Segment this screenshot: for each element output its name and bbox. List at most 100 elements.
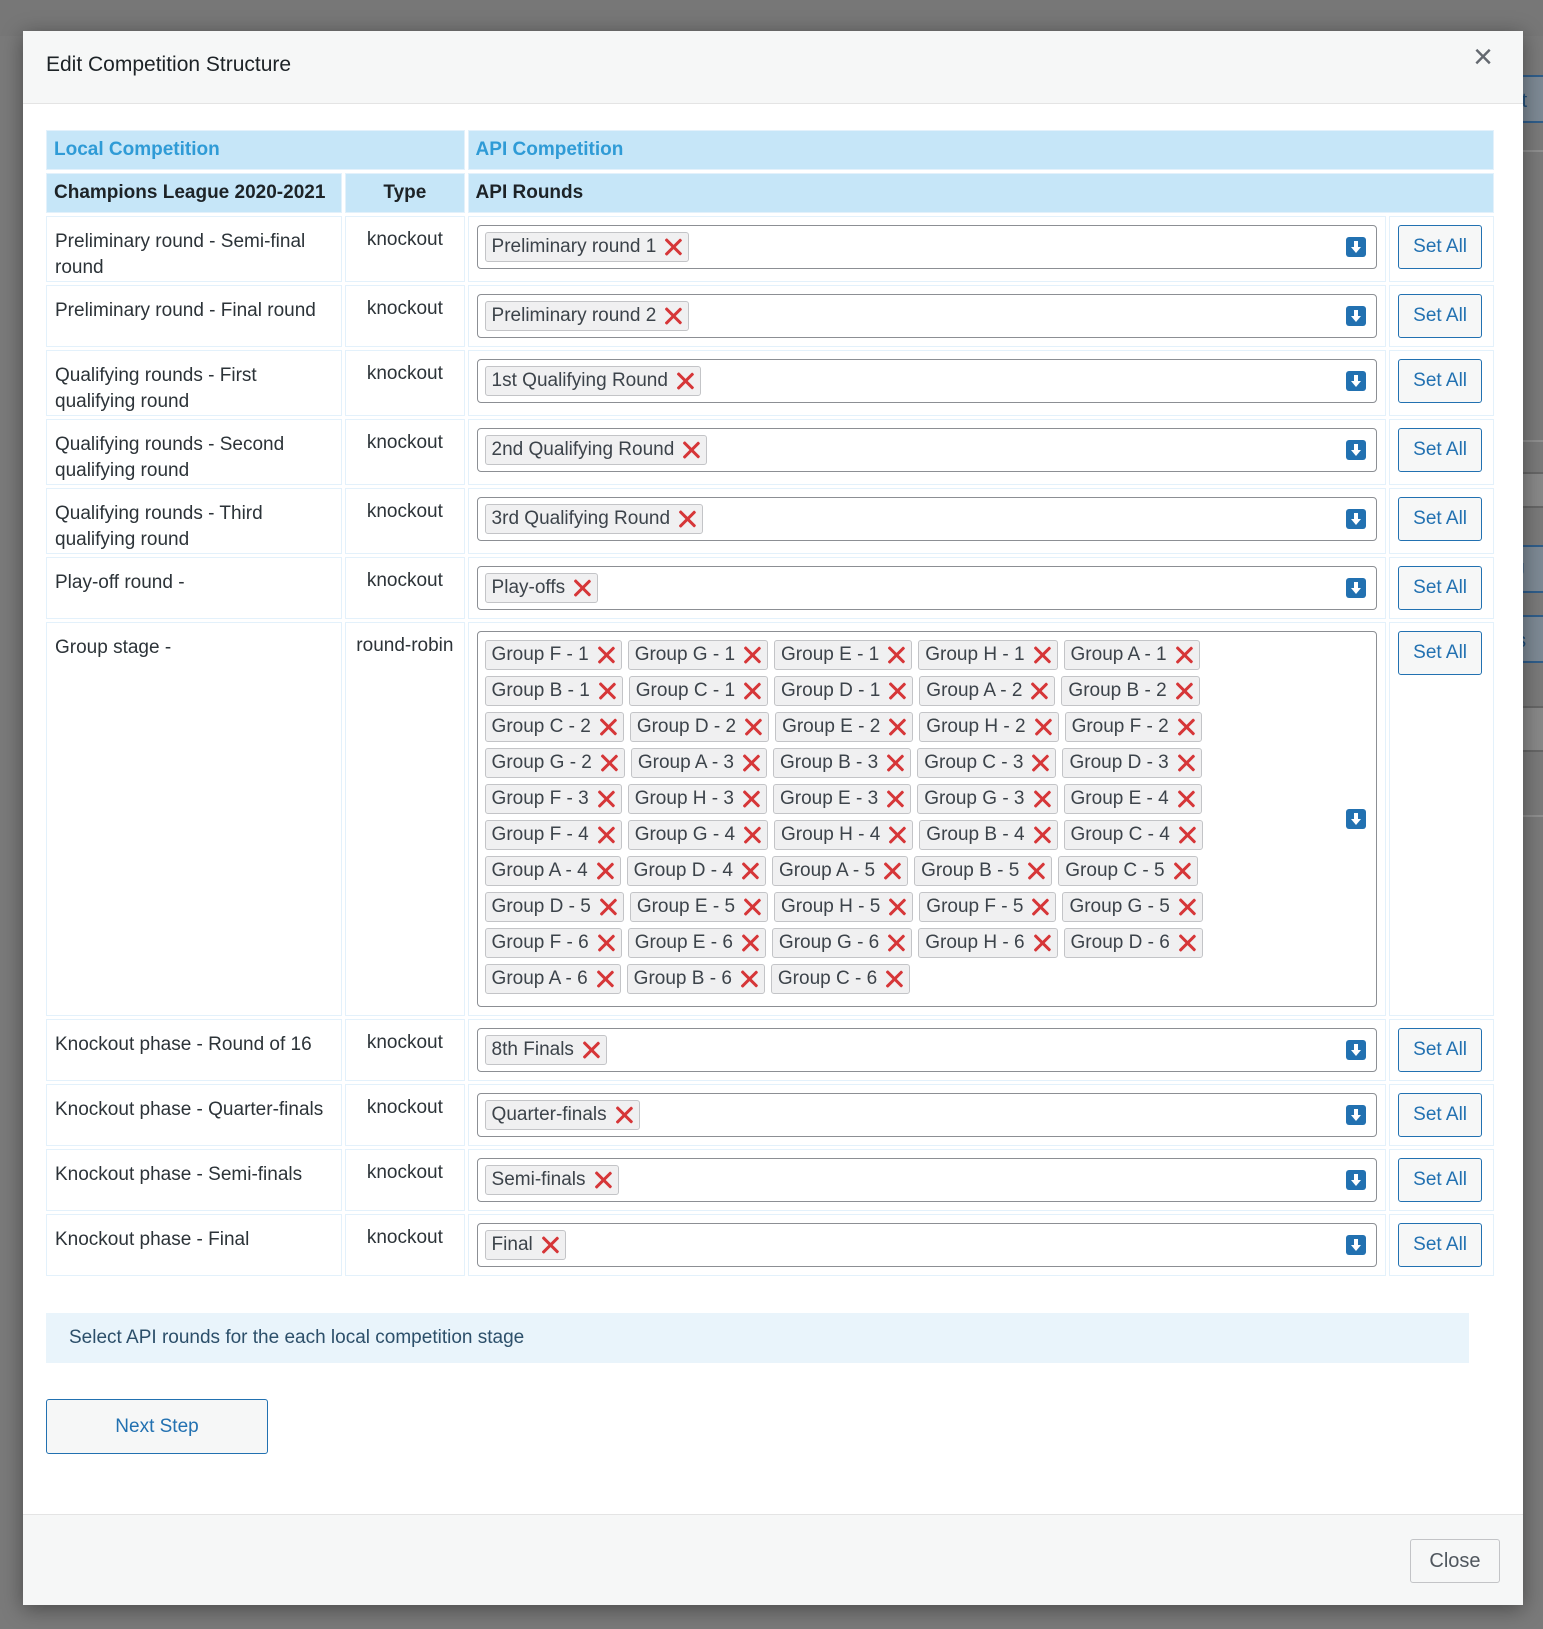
dropdown-arrow-icon[interactable] — [1346, 578, 1367, 598]
remove-icon[interactable] — [740, 752, 762, 774]
remove-icon[interactable] — [885, 644, 907, 666]
api-rounds-select[interactable]: 8th Finals — [476, 1028, 1378, 1072]
remove-icon[interactable] — [885, 932, 907, 954]
remove-icon[interactable] — [1031, 644, 1053, 666]
dropdown-arrow-icon[interactable] — [1346, 440, 1367, 460]
dropdown-arrow-icon[interactable] — [1346, 1235, 1367, 1255]
remove-icon[interactable] — [741, 680, 763, 702]
remove-icon[interactable] — [597, 716, 619, 738]
modal-header: Edit Competition Structure × — [23, 31, 1523, 104]
api-rounds-select[interactable]: Final — [476, 1223, 1378, 1267]
api-rounds-select[interactable]: Semi-finals — [476, 1158, 1378, 1202]
api-rounds-select[interactable]: Preliminary round 1 — [476, 225, 1378, 269]
api-rounds-select[interactable]: Group F - 1 Group G - 1 Group E - 1 Group H… — [476, 631, 1378, 1007]
dropdown-arrow-icon[interactable] — [1346, 1170, 1367, 1190]
remove-icon[interactable] — [662, 236, 684, 258]
remove-icon[interactable] — [1025, 860, 1047, 882]
close-icon[interactable]: × — [1465, 39, 1501, 75]
remove-icon[interactable] — [1029, 896, 1051, 918]
remove-icon[interactable] — [741, 644, 763, 666]
remove-icon[interactable] — [1176, 824, 1198, 846]
remove-icon[interactable] — [613, 1104, 635, 1126]
remove-icon[interactable] — [886, 716, 908, 738]
next-step-button[interactable]: Next Step — [46, 1399, 268, 1454]
dropdown-arrow-icon[interactable] — [1346, 809, 1367, 829]
dropdown-arrow-icon[interactable] — [1346, 1040, 1367, 1060]
remove-icon[interactable] — [571, 577, 593, 599]
set-all-button[interactable]: Set All — [1398, 1028, 1483, 1072]
remove-icon[interactable] — [886, 824, 908, 846]
stage-type: knockout — [345, 557, 465, 619]
dropdown-arrow-icon[interactable] — [1346, 509, 1367, 529]
dropdown-arrow-icon[interactable] — [1346, 306, 1367, 326]
remove-icon[interactable] — [741, 824, 763, 846]
remove-icon[interactable] — [594, 860, 616, 882]
round-tag: Group G - 4 — [627, 820, 769, 850]
remove-icon[interactable] — [596, 680, 618, 702]
remove-icon[interactable] — [598, 752, 620, 774]
remove-icon[interactable] — [886, 680, 908, 702]
round-tag: Group D - 3 — [1062, 748, 1202, 778]
remove-icon[interactable] — [1173, 644, 1195, 666]
remove-icon[interactable] — [1176, 932, 1198, 954]
api-rounds-select[interactable]: 3rd Qualifying Round — [476, 497, 1378, 541]
remove-icon[interactable] — [674, 370, 696, 392]
remove-icon[interactable] — [1029, 752, 1051, 774]
remove-icon[interactable] — [539, 1234, 561, 1256]
remove-icon[interactable] — [580, 1039, 602, 1061]
remove-icon[interactable] — [1031, 788, 1053, 810]
remove-icon[interactable] — [676, 508, 698, 530]
remove-icon[interactable] — [742, 716, 764, 738]
set-all-button[interactable]: Set All — [1398, 631, 1483, 675]
set-all-button[interactable]: Set All — [1398, 497, 1483, 541]
remove-icon[interactable] — [1173, 680, 1195, 702]
remove-icon[interactable] — [1175, 788, 1197, 810]
set-all-button[interactable]: Set All — [1398, 428, 1483, 472]
remove-icon[interactable] — [738, 968, 760, 990]
remove-icon[interactable] — [595, 932, 617, 954]
remove-icon[interactable] — [739, 860, 761, 882]
remove-icon[interactable] — [592, 1169, 614, 1191]
remove-icon[interactable] — [1171, 860, 1193, 882]
set-all-button[interactable]: Set All — [1398, 1223, 1483, 1267]
remove-icon[interactable] — [741, 896, 763, 918]
remove-icon[interactable] — [886, 896, 908, 918]
remove-icon[interactable] — [595, 824, 617, 846]
set-all-button[interactable]: Set All — [1398, 225, 1483, 269]
set-all-button[interactable]: Set All — [1398, 566, 1483, 610]
remove-icon[interactable] — [1031, 824, 1053, 846]
remove-icon[interactable] — [1175, 716, 1197, 738]
dropdown-arrow-icon[interactable] — [1346, 1105, 1367, 1125]
api-rounds-select[interactable]: Quarter-finals — [476, 1093, 1378, 1137]
remove-icon[interactable] — [680, 439, 702, 461]
remove-icon[interactable] — [884, 788, 906, 810]
remove-icon[interactable] — [881, 860, 903, 882]
remove-icon[interactable] — [883, 968, 905, 990]
set-all-button[interactable]: Set All — [1398, 1158, 1483, 1202]
dropdown-arrow-icon[interactable] — [1346, 371, 1367, 391]
remove-icon[interactable] — [1031, 932, 1053, 954]
remove-icon[interactable] — [1028, 680, 1050, 702]
remove-icon[interactable] — [594, 968, 616, 990]
remove-icon[interactable] — [1032, 716, 1054, 738]
api-rounds-select[interactable]: 1st Qualifying Round — [476, 359, 1378, 403]
remove-icon[interactable] — [884, 752, 906, 774]
close-button[interactable]: Close — [1410, 1539, 1500, 1583]
set-all-button[interactable]: Set All — [1398, 294, 1483, 338]
round-tag-label: Group H - 3 — [634, 788, 734, 809]
set-all-button[interactable]: Set All — [1398, 359, 1483, 403]
api-rounds-select[interactable]: Preliminary round 2 — [476, 294, 1378, 338]
remove-icon[interactable] — [595, 788, 617, 810]
remove-icon[interactable] — [740, 788, 762, 810]
remove-icon[interactable] — [739, 932, 761, 954]
remove-icon[interactable] — [595, 644, 617, 666]
remove-icon[interactable] — [597, 896, 619, 918]
api-rounds-select[interactable]: Play-offs — [476, 566, 1378, 610]
api-rounds-select[interactable]: 2nd Qualifying Round — [476, 428, 1378, 472]
remove-icon[interactable] — [662, 305, 684, 327]
remove-icon[interactable] — [1176, 896, 1198, 918]
set-all-button[interactable]: Set All — [1398, 1093, 1483, 1137]
dropdown-arrow-icon[interactable] — [1346, 237, 1367, 257]
remove-icon[interactable] — [1175, 752, 1197, 774]
round-tag-label: Play-offs — [491, 577, 566, 598]
